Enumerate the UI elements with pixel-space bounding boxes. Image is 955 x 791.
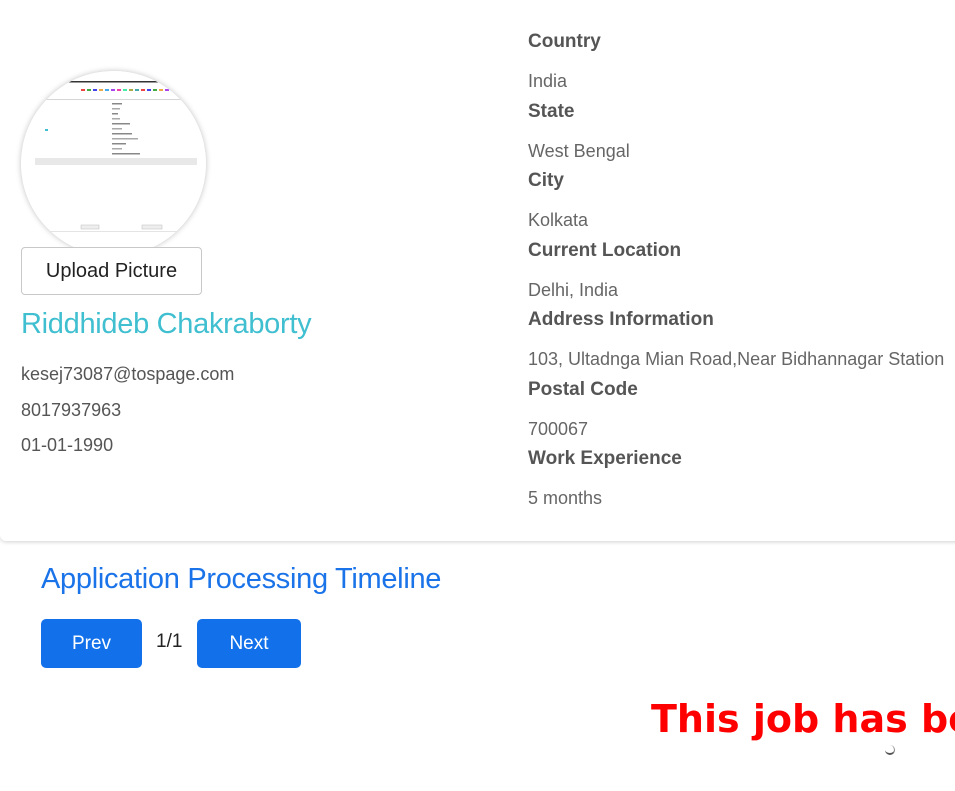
- address-label: Address Information: [528, 309, 714, 330]
- postal-code-value: 700067: [528, 419, 589, 439]
- country-label: Country: [528, 31, 601, 52]
- candidate-dob: 01-01-1990: [21, 435, 114, 455]
- state-value: West Bengal: [528, 141, 630, 161]
- city-value: Kolkata: [528, 210, 589, 230]
- prev-button[interactable]: Prev: [41, 619, 142, 668]
- country-value: India: [528, 71, 568, 91]
- next-button[interactable]: Next: [197, 619, 301, 668]
- address-value: 103, Ultadnga Mian Road,Near Bidhannagar…: [528, 349, 945, 369]
- loading-spinner-icon: [885, 745, 895, 755]
- city-label: City: [528, 170, 564, 191]
- profile-picture-thumbnail: [21, 71, 206, 256]
- page: Upload Picture Riddhideb Chakraborty kes…: [0, 0, 955, 791]
- job-closed-banner: This job has been: [651, 697, 955, 741]
- profile-picture: [21, 71, 206, 256]
- candidate-email: kesej73087@tospage.com: [21, 364, 235, 384]
- work-experience-label: Work Experience: [528, 448, 682, 469]
- timeline-title: Application Processing Timeline: [41, 563, 442, 595]
- candidate-phone: 8017937963: [21, 400, 122, 420]
- current-location-value: Delhi, India: [528, 280, 619, 300]
- upload-picture-button[interactable]: Upload Picture: [21, 247, 202, 295]
- current-location-label: Current Location: [528, 240, 682, 261]
- state-label: State: [528, 101, 575, 122]
- postal-code-label: Postal Code: [528, 379, 638, 400]
- page-indicator: 1/1: [156, 631, 183, 652]
- candidate-name: Riddhideb Chakraborty: [21, 308, 312, 340]
- work-experience-value: 5 months: [528, 488, 603, 508]
